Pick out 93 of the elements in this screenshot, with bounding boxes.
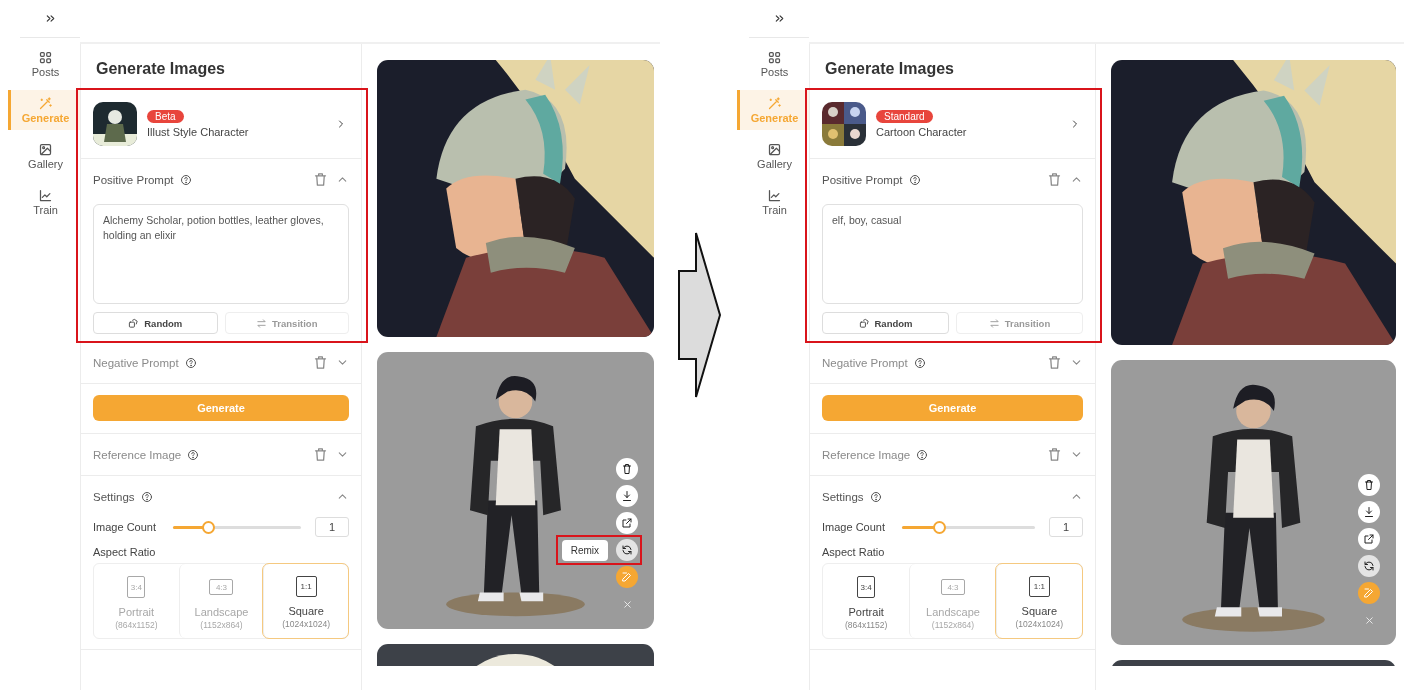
tier-badge: Beta [147,110,184,123]
help-icon [184,356,197,369]
magic-wand-icon [38,96,53,111]
sidebar-item[interactable]: Posts [737,44,809,84]
help-icon [179,173,192,186]
edit-icon [1363,587,1375,599]
edit-icon [621,571,633,583]
section-label: Positive Prompt [822,173,903,186]
sidebar-item[interactable]: Posts [8,44,80,84]
help-icon [140,490,153,503]
image-count-slider[interactable] [902,520,1035,534]
grid-icon [38,50,53,65]
image-icon [38,142,53,157]
magic-wand-icon [767,96,782,111]
trash-icon [1363,479,1375,491]
close-icon [621,598,633,610]
section-label: Positive Prompt [93,173,174,186]
image-count-slider[interactable] [173,520,301,534]
option-size: (864x1152) [844,620,888,630]
aspect-option[interactable]: 1:1 Square (1024x1024) [995,564,1082,638]
image-count-label: Image Count [822,521,886,533]
trash-icon [313,447,328,462]
image-count-label: Image Count [93,521,157,533]
option-size: (864x1152) [115,620,158,630]
model-name: Cartoon Character [876,126,967,138]
chart-icon [38,188,53,203]
swap-icon [256,317,268,329]
ratio-icon: 1:1 [295,576,317,597]
ratio-icon: 1:1 [1028,576,1050,597]
option-label: Portrait [848,606,884,618]
section-label: Reference Image [822,448,911,461]
download-icon [1363,506,1375,518]
chart-icon [767,188,782,203]
aspect-ratio-label: Aspect Ratio [821,545,886,560]
trash-icon [1047,355,1062,370]
external-link-icon [621,517,633,529]
help-icon [908,173,921,186]
section-label: Reference Image [93,448,182,461]
external-link-icon [1363,533,1375,545]
help-icon [916,448,929,461]
section-label: Negative Prompt [93,356,179,369]
page-title: Generate Images [95,59,226,79]
model-card[interactable]: Standard Cartoon Character [810,89,1095,159]
option-size: (1024x1024) [282,619,330,629]
tier-badge: Standard [876,110,933,123]
dice-icon [858,317,870,329]
option-label: Square [1021,605,1058,617]
aspect-option[interactable]: 3:4 Portrait (864x1152) [823,564,910,638]
option-size: (1024x1024) [1015,619,1064,629]
model-card[interactable]: Beta Illust Style Character [81,89,361,159]
dice-icon [128,317,140,329]
ratio-icon: 4:3 [941,579,965,595]
image-icon [767,142,782,157]
trash-icon [1047,447,1062,462]
trash-icon [313,355,328,370]
ratio-icon: 4:3 [209,579,234,595]
prompt-field[interactable]: elf, boy, casual [822,204,1083,304]
sidebar-item[interactable]: Train [8,182,80,222]
section-label: Settings [93,490,135,503]
refresh-icon [1363,560,1375,572]
random-button[interactable]: Random [822,312,949,334]
help-icon [187,448,200,461]
model-name: Illust Style Character [147,126,249,138]
option-label: Portrait [118,606,155,618]
option-size: (1152x864) [931,620,975,630]
swap-icon [988,317,1000,329]
section-label: Negative Prompt [822,356,908,369]
section-label: Settings [822,490,864,503]
option-label: Square [288,605,324,617]
aspect-option[interactable]: 1:1 Square (1024x1024) [263,564,348,638]
trash-icon [621,463,633,475]
sidebar-item[interactable]: Gallery [737,136,809,176]
ratio-icon: 3:4 [127,576,146,598]
option-label: Landscape [926,606,980,618]
sidebar-item[interactable]: Gallery [8,136,80,176]
help-icon [869,490,882,503]
download-icon [621,490,633,502]
ratio-icon: 3:4 [857,576,876,598]
prompt-field[interactable]: Alchemy Scholar, potion bottles, leather gloves, holding an elixir [93,204,349,304]
page-title: Generate Images [824,59,955,79]
help-icon [913,356,926,369]
sidebar-item[interactable]: Train [737,182,809,222]
option-label: Landscape [194,606,249,618]
option-size: (1152x864) [200,620,243,630]
random-button[interactable]: Random [93,312,218,334]
count-field[interactable]: 1 [315,517,349,537]
count-field[interactable]: 1 [1049,517,1083,537]
aspect-ratio-label: Aspect Ratio [92,545,157,560]
trash-icon [313,172,328,187]
trash-icon [1047,172,1062,187]
grid-icon [767,50,782,65]
refresh-icon [621,544,633,556]
close-icon [1363,614,1375,626]
